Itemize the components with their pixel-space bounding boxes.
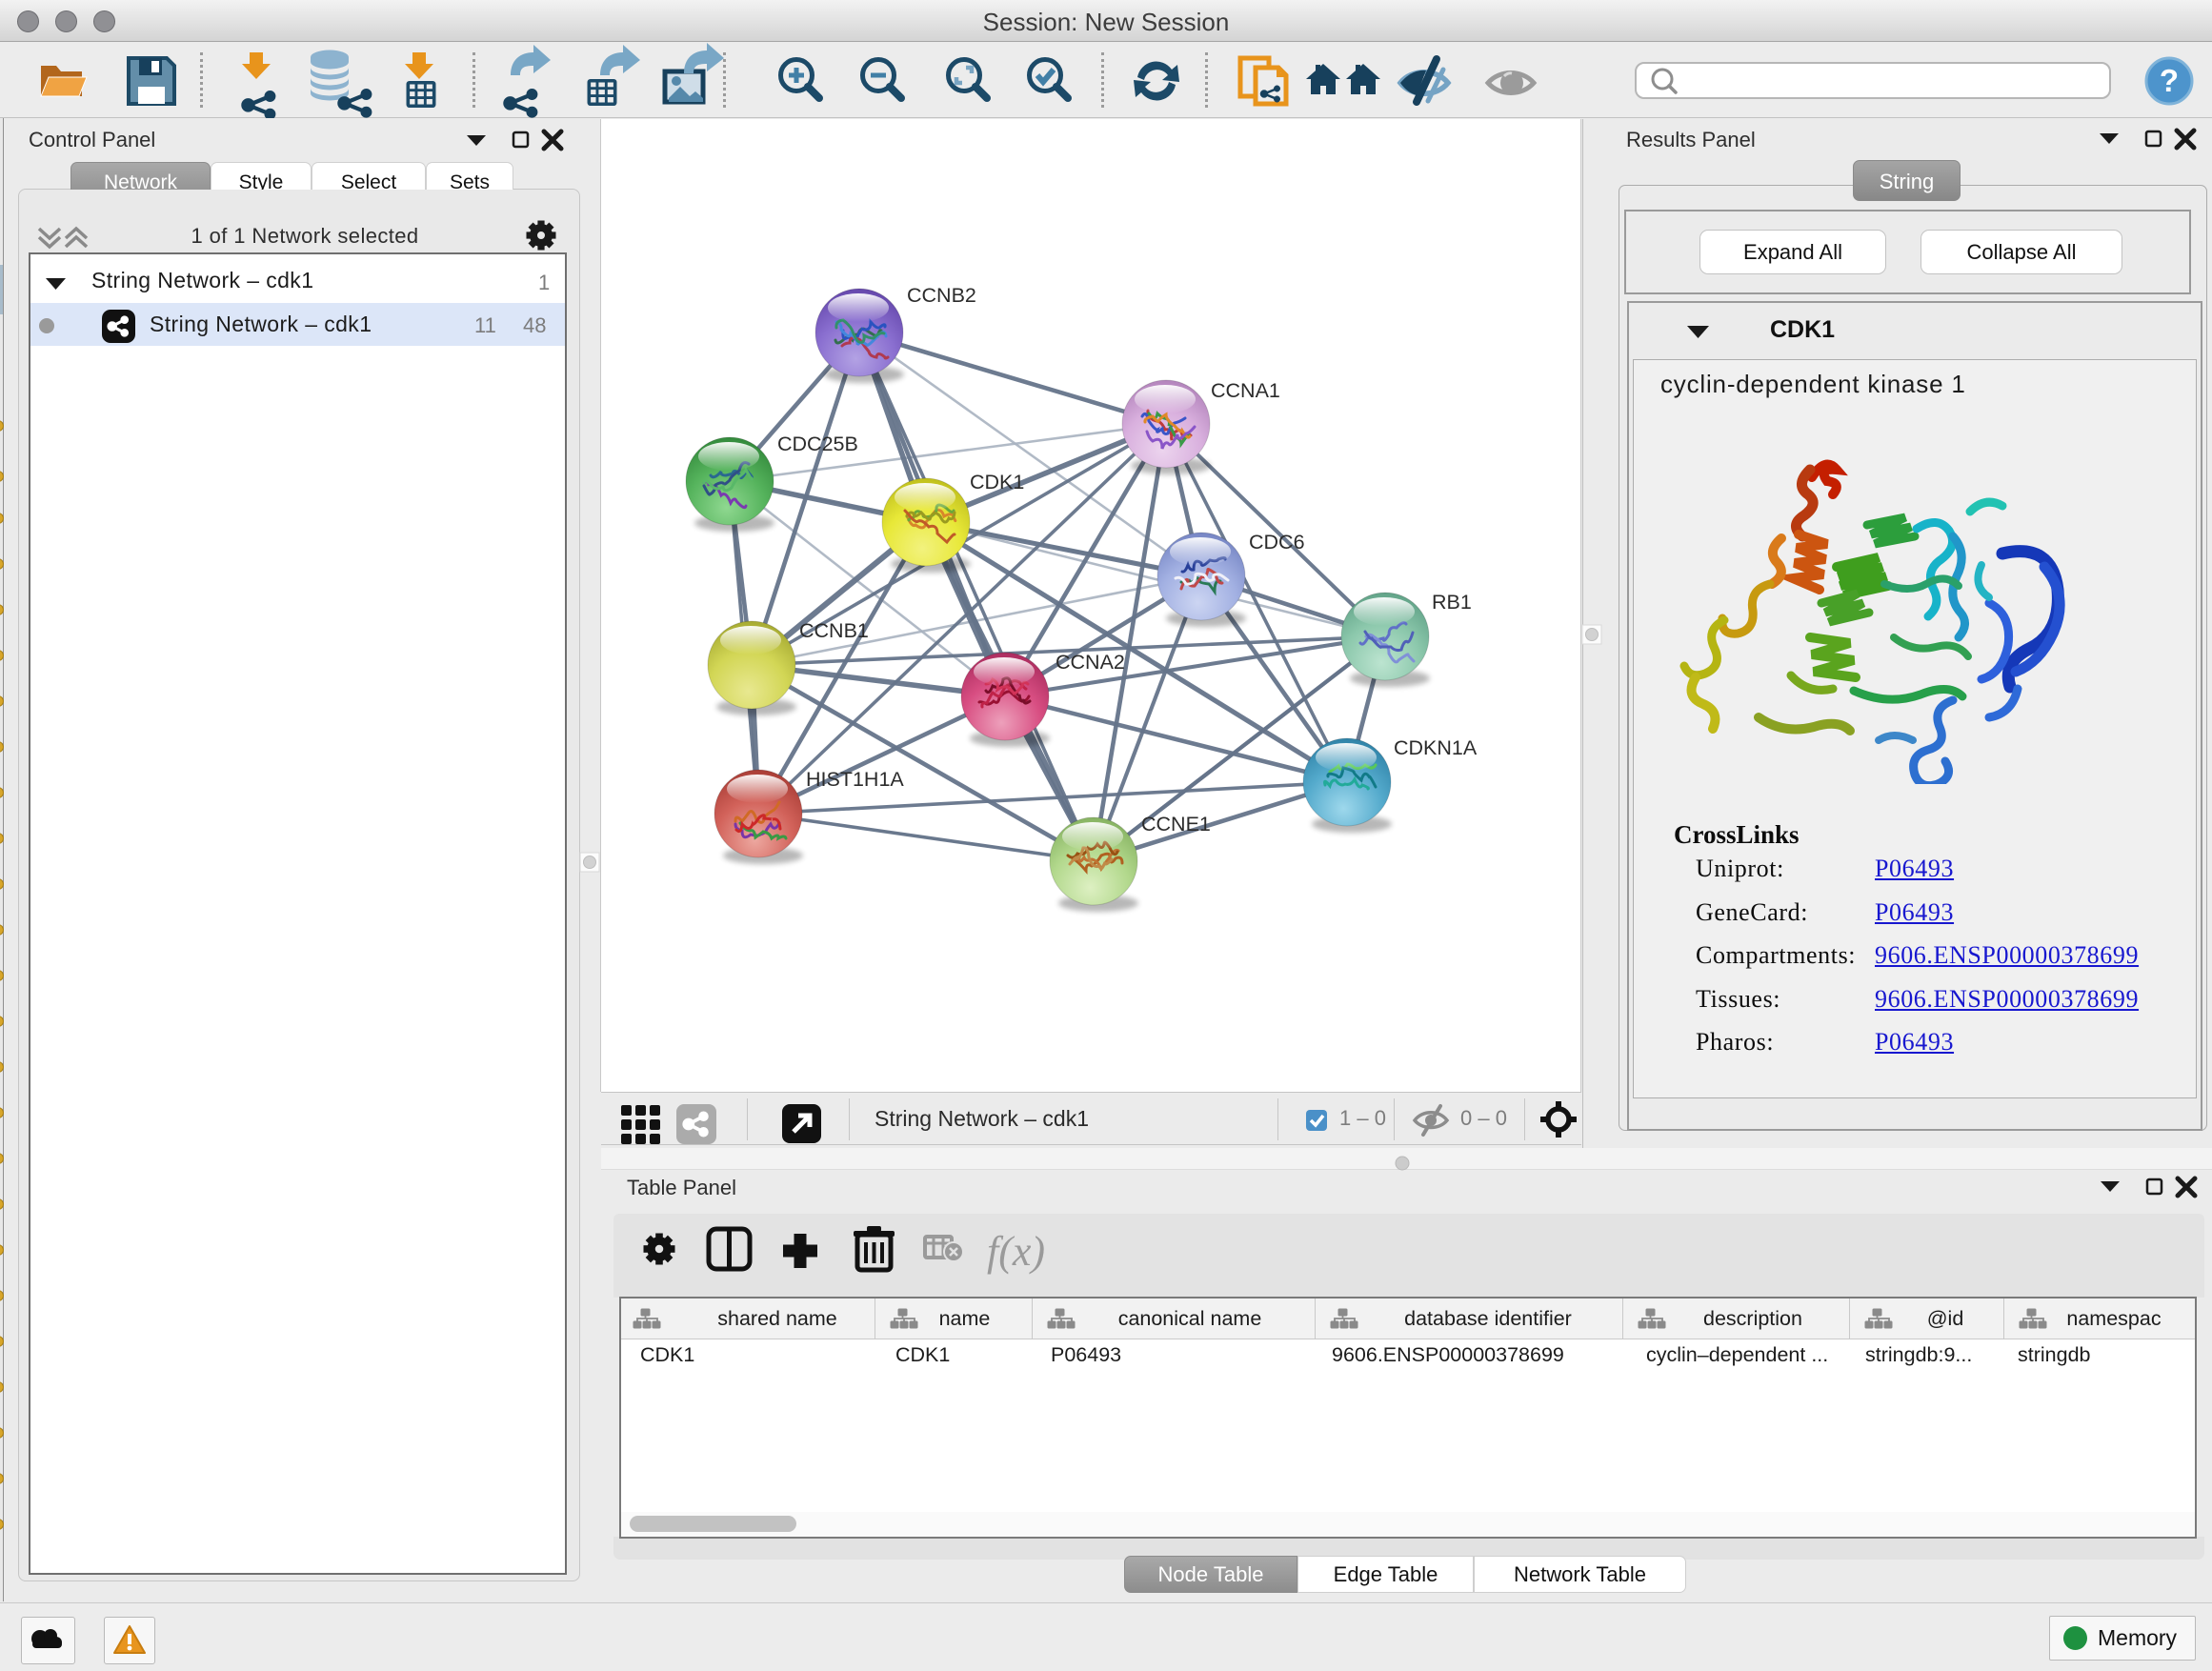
svg-text:CCNA1: CCNA1: [1211, 379, 1280, 402]
svg-text:HIST1H1A: HIST1H1A: [806, 768, 904, 791]
svg-text:CCNE1: CCNE1: [1141, 813, 1211, 836]
svg-text:f(x): f(x): [987, 1228, 1045, 1275]
svg-text:CDC6: CDC6: [1249, 531, 1305, 554]
svg-text:RB1: RB1: [1432, 591, 1472, 614]
svg-text:CDK1: CDK1: [970, 471, 1024, 493]
svg-text:CCNA2: CCNA2: [1056, 651, 1125, 674]
svg-text:CCNB1: CCNB1: [799, 619, 869, 642]
svg-text:CCNB2: CCNB2: [907, 284, 976, 307]
svg-text:CDC25B: CDC25B: [777, 433, 858, 455]
svg-text:?: ?: [2160, 63, 2179, 98]
svg-text:CDKN1A: CDKN1A: [1394, 736, 1478, 759]
